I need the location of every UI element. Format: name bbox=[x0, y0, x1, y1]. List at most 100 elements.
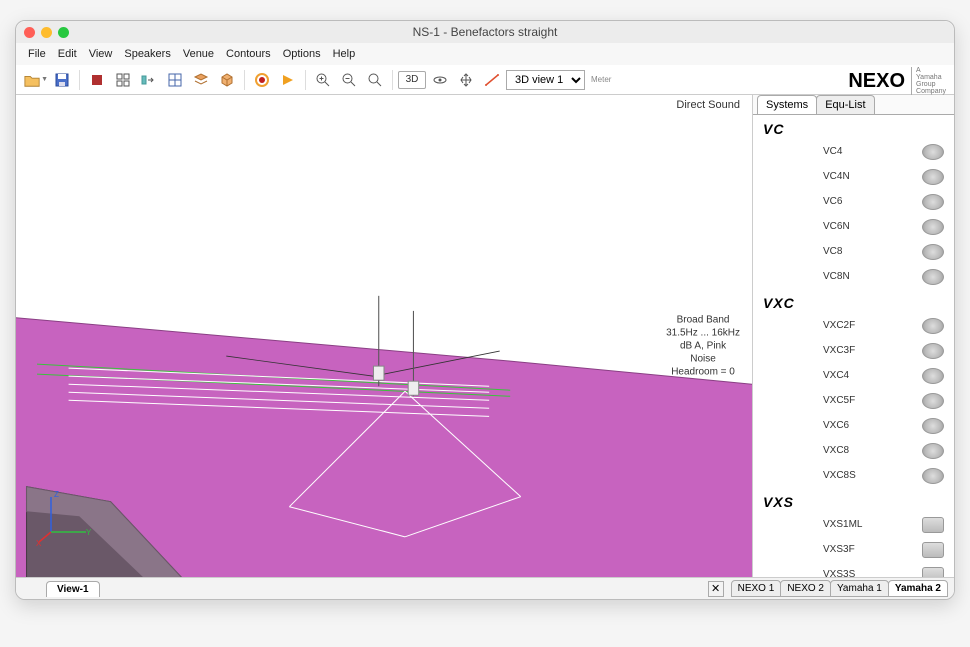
model-name: VXC8S bbox=[823, 470, 856, 481]
menu-view[interactable]: View bbox=[85, 46, 117, 62]
save-button[interactable] bbox=[50, 69, 74, 91]
orbit-button[interactable] bbox=[428, 69, 452, 91]
speaker-icon bbox=[922, 318, 944, 334]
model-name: VXC2F bbox=[823, 320, 855, 331]
systems-list[interactable]: VC VC4 VC4N VC6 VC6N VC8 VC8N VXC VXC2F VXC3F VXC4… bbox=[753, 114, 954, 577]
speaker-icon bbox=[922, 567, 944, 578]
structure-button[interactable] bbox=[163, 69, 187, 91]
speaker-icon bbox=[922, 219, 944, 235]
zoom-in-button[interactable] bbox=[311, 69, 335, 91]
view-tab-1[interactable]: View-1 bbox=[46, 581, 100, 597]
group-header[interactable]: VXC bbox=[753, 289, 954, 313]
bottom-bar: View-1 ✕ NEXO 1NEXO 2Yamaha 1Yamaha 2 bbox=[16, 577, 954, 599]
circle-button[interactable] bbox=[250, 69, 274, 91]
speaker-icon bbox=[922, 244, 944, 260]
model-name: VXC5F bbox=[823, 395, 855, 406]
axes-gizmo: Z Y X bbox=[36, 487, 96, 547]
maximize-window-button[interactable] bbox=[58, 27, 69, 38]
group-header[interactable]: VXS bbox=[753, 488, 954, 512]
model-name: VXS3F bbox=[823, 544, 855, 555]
model-name: VXC6 bbox=[823, 420, 849, 431]
window-title: NS-1 - Benefactors straight bbox=[413, 25, 558, 39]
speaker-icon bbox=[922, 443, 944, 459]
speaker-icon bbox=[922, 343, 944, 359]
model-row[interactable]: VXC8S bbox=[753, 463, 954, 488]
menu-options[interactable]: Options bbox=[279, 46, 325, 62]
model-row[interactable]: VXC8 bbox=[753, 438, 954, 463]
speaker-icon bbox=[922, 468, 944, 484]
open-button[interactable]: ▼ bbox=[24, 69, 48, 91]
library-tab[interactable]: NEXO 1 bbox=[731, 580, 782, 597]
layers-button[interactable] bbox=[189, 69, 213, 91]
model-row[interactable]: VXC3F bbox=[753, 338, 954, 363]
model-name: VC6 bbox=[823, 196, 842, 207]
model-name: VC4 bbox=[823, 146, 842, 157]
model-name: VC8N bbox=[823, 271, 850, 282]
svg-text:X: X bbox=[36, 539, 42, 547]
model-row[interactable]: VC8 bbox=[753, 239, 954, 264]
tab-systems[interactable]: Systems bbox=[757, 95, 817, 114]
model-name: VXC8 bbox=[823, 445, 849, 456]
svg-text:Y: Y bbox=[86, 528, 92, 537]
3d-viewport[interactable]: Direct Sound Broad Band 31.5Hz ... 16kHz… bbox=[16, 95, 752, 577]
model-row[interactable]: VC6N bbox=[753, 214, 954, 239]
menu-help[interactable]: Help bbox=[329, 46, 360, 62]
model-row[interactable]: VC8N bbox=[753, 264, 954, 289]
model-row[interactable]: VXS3S bbox=[753, 562, 954, 577]
align-button[interactable] bbox=[137, 69, 161, 91]
close-window-button[interactable] bbox=[24, 27, 35, 38]
pan-button[interactable] bbox=[454, 69, 478, 91]
model-row[interactable]: VXC6 bbox=[753, 413, 954, 438]
speaker-icon bbox=[922, 542, 944, 558]
model-name: VC8 bbox=[823, 246, 842, 257]
brand-logo: NEXO A Yamaha Group Company bbox=[848, 67, 946, 95]
model-row[interactable]: VC6 bbox=[753, 189, 954, 214]
speaker-icon bbox=[922, 194, 944, 210]
model-row[interactable]: VXS1ML bbox=[753, 512, 954, 537]
3d-toggle-button[interactable]: 3D bbox=[398, 71, 426, 89]
zoom-fit-button[interactable] bbox=[363, 69, 387, 91]
model-row[interactable]: VC4N bbox=[753, 164, 954, 189]
model-name: VXC4 bbox=[823, 370, 849, 381]
model-row[interactable]: VXC4 bbox=[753, 363, 954, 388]
model-name: VC6N bbox=[823, 221, 850, 232]
minimize-window-button[interactable] bbox=[41, 27, 52, 38]
library-tab[interactable]: Yamaha 2 bbox=[888, 580, 948, 597]
menu-venue[interactable]: Venue bbox=[179, 46, 218, 62]
speaker-icon bbox=[922, 169, 944, 185]
box-button[interactable] bbox=[215, 69, 239, 91]
model-name: VXC3F bbox=[823, 345, 855, 356]
tab-equ-list[interactable]: Equ-List bbox=[816, 95, 874, 114]
speaker-icon bbox=[922, 393, 944, 409]
speaker-icon bbox=[922, 517, 944, 533]
meter-label: Meter bbox=[591, 75, 611, 84]
menu-edit[interactable]: Edit bbox=[54, 46, 81, 62]
menu-speakers[interactable]: Speakers bbox=[120, 46, 174, 62]
titlebar: NS-1 - Benefactors straight bbox=[16, 21, 954, 43]
menu-contours[interactable]: Contours bbox=[222, 46, 275, 62]
model-name: VXS3S bbox=[823, 569, 855, 577]
model-row[interactable]: VC4 bbox=[753, 139, 954, 164]
model-name: VC4N bbox=[823, 171, 850, 182]
menu-file[interactable]: File bbox=[24, 46, 50, 62]
model-row[interactable]: VXC5F bbox=[753, 388, 954, 413]
model-row[interactable]: VXS3F bbox=[753, 537, 954, 562]
speaker-icon bbox=[922, 269, 944, 285]
model-name: VXS1ML bbox=[823, 519, 862, 530]
zoom-out-button[interactable] bbox=[337, 69, 361, 91]
speaker-icon bbox=[922, 368, 944, 384]
library-tab[interactable]: NEXO 2 bbox=[780, 580, 831, 597]
stop-button[interactable] bbox=[85, 69, 109, 91]
library-tab[interactable]: Yamaha 1 bbox=[830, 580, 889, 597]
measure-button[interactable] bbox=[480, 69, 504, 91]
group-header[interactable]: VC bbox=[753, 115, 954, 139]
app-window: NS-1 - Benefactors straight File Edit Vi… bbox=[15, 20, 955, 600]
view-select[interactable]: 3D view 1 bbox=[506, 70, 585, 90]
play-button[interactable] bbox=[276, 69, 300, 91]
svg-text:Z: Z bbox=[54, 490, 59, 499]
grid-button[interactable] bbox=[111, 69, 135, 91]
model-row[interactable]: VXC2F bbox=[753, 313, 954, 338]
toolbar: ▼ 3D 3D view 1 Meter NEXO A Yamaha Gro bbox=[16, 65, 954, 95]
close-view-button[interactable]: ✕ bbox=[708, 581, 724, 597]
speaker-icon bbox=[922, 144, 944, 160]
